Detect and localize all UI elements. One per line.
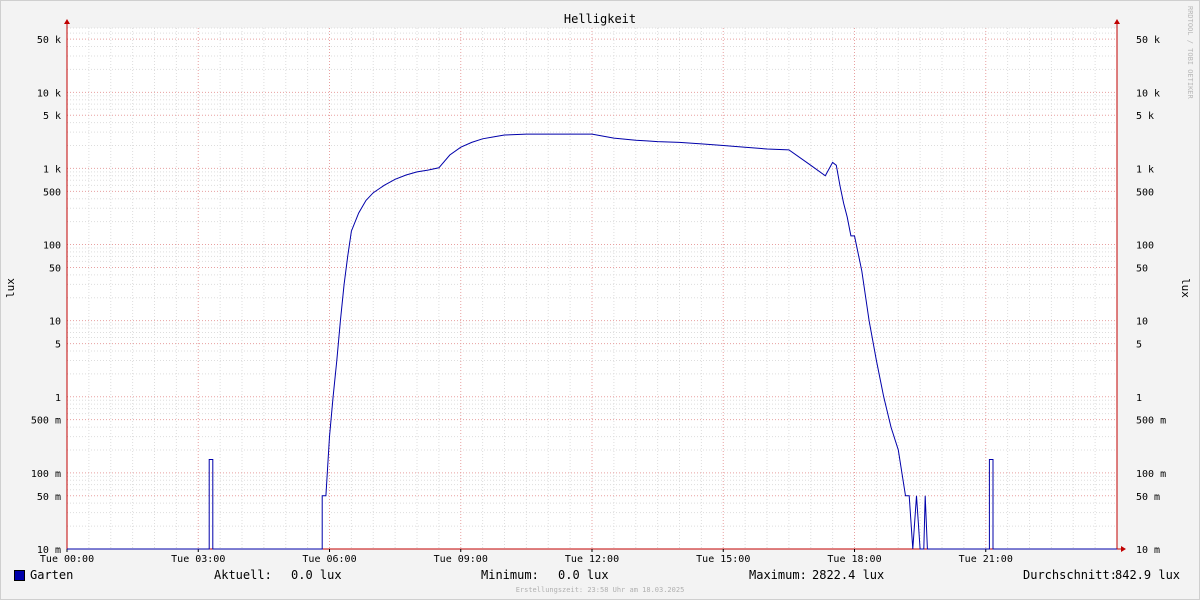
y-tick-label-right: 10 <box>1136 317 1148 328</box>
y-tick-label-right: 50 m <box>1136 492 1160 503</box>
y-tick-label-right: 1 k <box>1136 164 1154 175</box>
y-tick-label-left: 10 k <box>37 88 61 99</box>
y-tick-label-left: 50 <box>49 263 61 274</box>
y-tick-label-left: 10 m <box>37 545 61 556</box>
legend-max-label: Maximum: <box>749 568 807 582</box>
y-axis-left-arrow <box>64 19 70 24</box>
y-axis-label-right: lux <box>1179 278 1192 298</box>
legend-avg-value: 842.9 lux <box>1115 568 1181 582</box>
brightness-chart: Tue 00:00 Tue 03:00 Tue 06:00 Tue 09:00 Tue … <box>4 6 1194 594</box>
x-tick-label: Tue 21:00 <box>959 554 1013 565</box>
legend-min-value: 0.0 lux <box>558 568 609 582</box>
y-tick-label-left: 500 m <box>31 416 61 427</box>
y-axis-right-arrow <box>1114 19 1120 24</box>
x-axis-arrow <box>1121 546 1126 552</box>
y-tick-label-left: 100 m <box>31 469 61 480</box>
x-tick-label: Tue 18:00 <box>827 554 881 565</box>
legend-avg-label: Durchschnitt: <box>1023 568 1117 582</box>
legend-swatch-garten <box>14 570 25 581</box>
legend-min-label: Minimum: <box>481 568 539 582</box>
y-tick-label-right: 50 <box>1136 263 1148 274</box>
legend-current-value: 0.0 lux <box>291 568 342 582</box>
y-tick-label-left: 1 k <box>43 164 61 175</box>
y-tick-label-right: 5 <box>1136 340 1142 351</box>
y-tick-label-right: 10 m <box>1136 545 1160 556</box>
x-tick-label: Tue 06:00 <box>302 554 356 565</box>
y-tick-label-left: 50 k <box>37 35 61 46</box>
y-tick-labels-right: 10 m 50 m 100 m 500 m 1 5 10 50 100 500 1 k 5 k 10 k… <box>1136 35 1166 556</box>
y-tick-labels-left: 10 m 50 m 100 m 500 m 1 5 10 50 100 500 1 k 5 k 10 k… <box>31 35 61 556</box>
y-tick-label-right: 50 k <box>1136 35 1160 46</box>
x-tick-label: Tue 09:00 <box>434 554 488 565</box>
x-tick-labels: Tue 00:00 Tue 03:00 Tue 06:00 Tue 09:00 Tue … <box>40 554 1013 565</box>
y-axis-label-left: lux <box>4 278 17 298</box>
legend-current-label: Aktuell: <box>214 568 272 582</box>
rrdtool-watermark: RRDTOOL / TOBI OETIKER <box>1186 6 1194 100</box>
y-tick-label-left: 50 m <box>37 492 61 503</box>
y-tick-label-left: 1 <box>55 393 61 404</box>
y-tick-label-left: 500 <box>43 187 61 198</box>
y-tick-label-right: 500 <box>1136 187 1154 198</box>
y-tick-label-left: 5 k <box>43 111 61 122</box>
x-tick-label: Tue 03:00 <box>171 554 225 565</box>
creation-time: Erstellungszeit: 23:58 Uhr am 18.03.2025 <box>516 586 685 594</box>
y-tick-label-right: 5 k <box>1136 111 1154 122</box>
y-tick-label-right: 100 <box>1136 241 1154 252</box>
chart-title: Helligkeit <box>564 12 636 26</box>
y-tick-label-right: 500 m <box>1136 416 1166 427</box>
y-tick-label-left: 5 <box>55 340 61 351</box>
y-tick-label-left: 10 <box>49 317 61 328</box>
legend-max-value: 2822.4 lux <box>812 568 885 582</box>
y-tick-label-right: 1 <box>1136 393 1142 404</box>
legend-series-name: Garten <box>30 568 74 582</box>
x-tick-label: Tue 15:00 <box>696 554 750 565</box>
y-tick-label-left: 100 <box>43 241 61 252</box>
x-tick-label: Tue 12:00 <box>565 554 619 565</box>
y-tick-label-right: 100 m <box>1136 469 1166 480</box>
y-tick-label-right: 10 k <box>1136 88 1160 99</box>
